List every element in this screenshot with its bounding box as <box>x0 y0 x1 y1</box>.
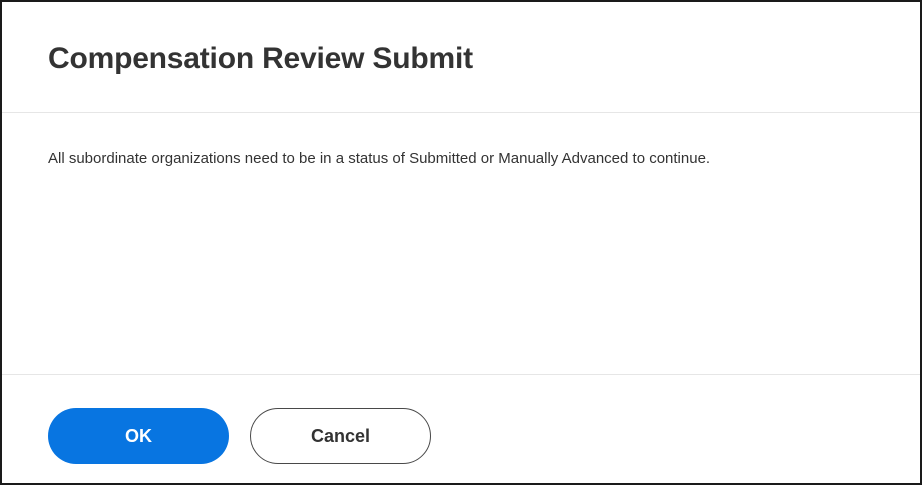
compensation-review-dialog: Compensation Review Submit All subordina… <box>0 0 922 485</box>
dialog-message: All subordinate organizations need to be… <box>48 150 711 167</box>
dialog-header: Compensation Review Submit <box>2 2 920 113</box>
dialog-footer: OK Cancel <box>2 374 920 485</box>
cancel-button[interactable]: Cancel <box>250 408 431 464</box>
dialog-title: Compensation Review Submit <box>48 42 473 75</box>
dialog-body: All subordinate organizations need to be… <box>2 114 920 374</box>
ok-button[interactable]: OK <box>48 408 229 464</box>
